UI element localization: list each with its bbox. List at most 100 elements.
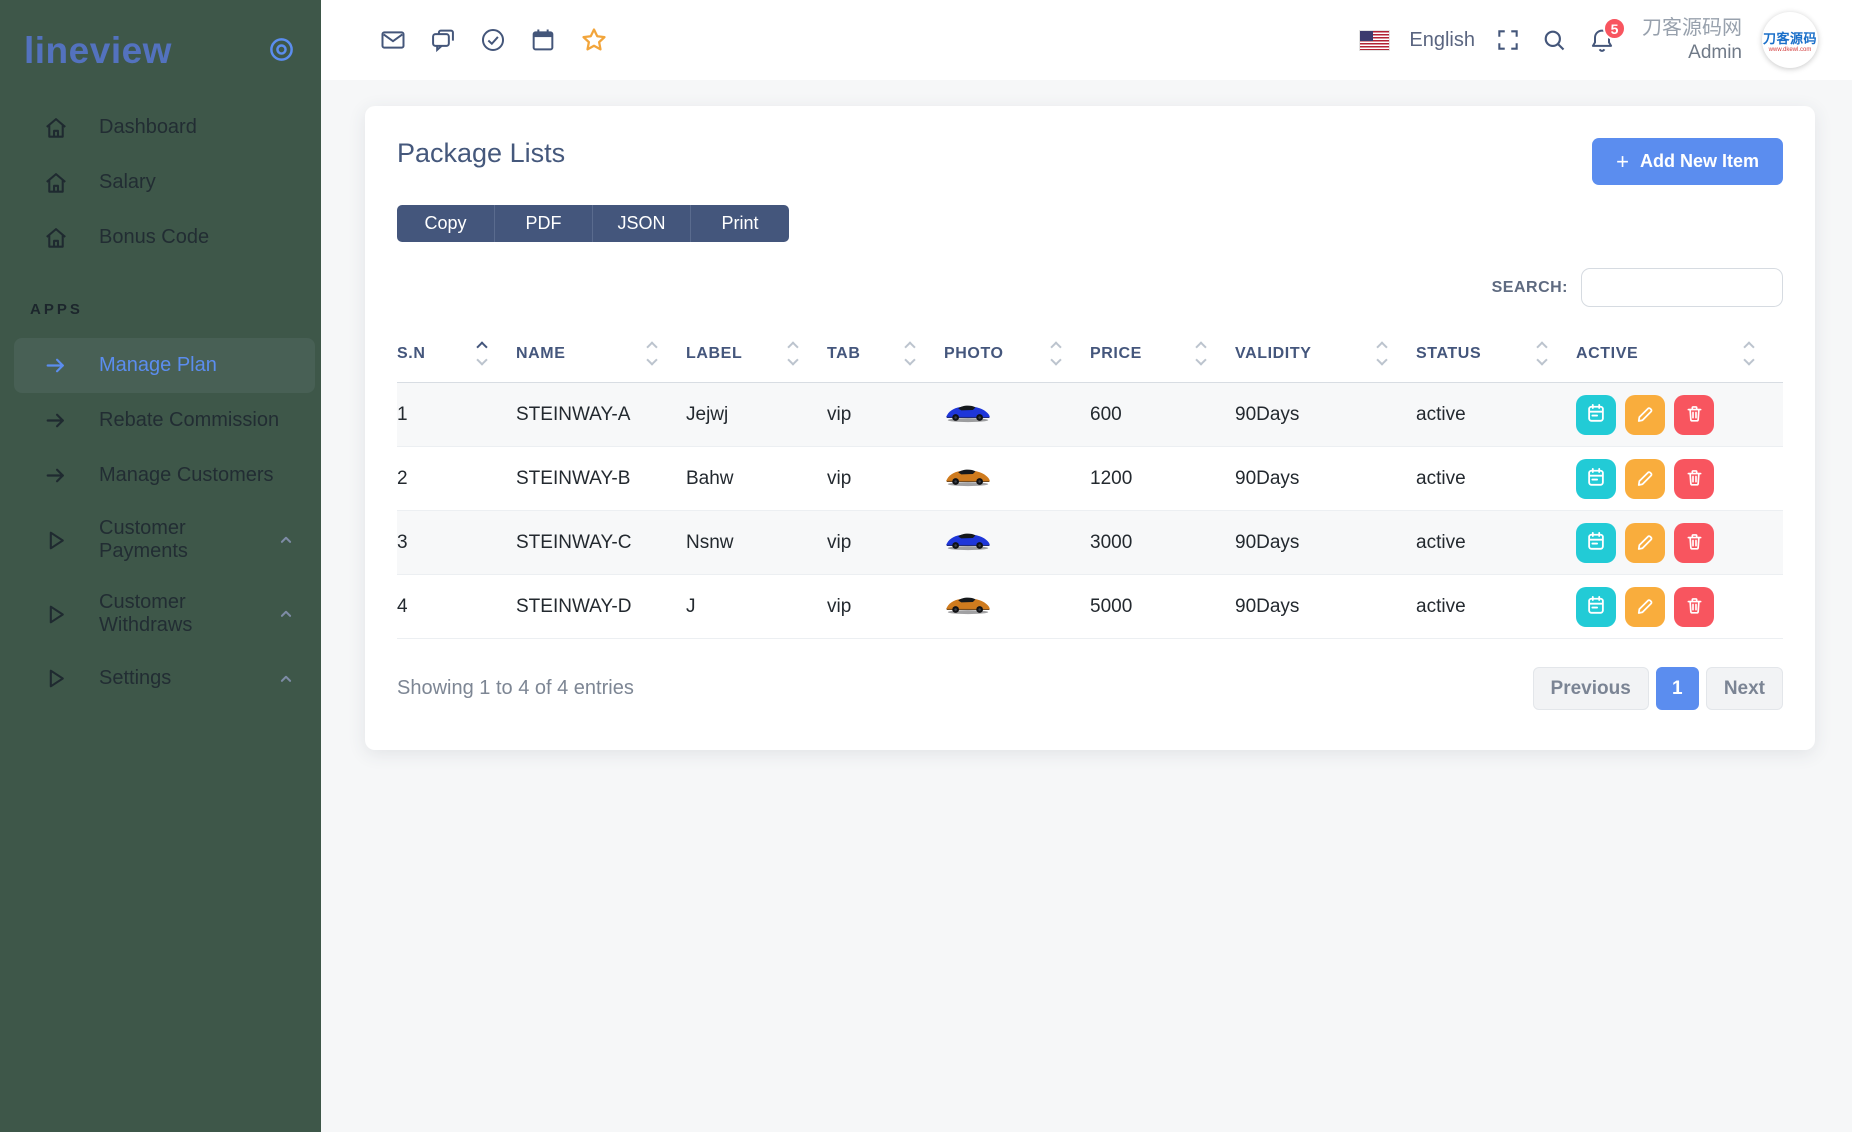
sidebar-item-label: Customer Withdraws — [99, 591, 277, 637]
print-export-button[interactable]: Print — [691, 205, 789, 242]
column-header-photo[interactable]: PHOTO — [944, 335, 1090, 383]
sidebar-item-dashboard[interactable]: Dashboard — [0, 100, 321, 155]
price-cell: 3000 — [1090, 511, 1235, 575]
pencil-icon — [1635, 531, 1656, 555]
arrow-icon — [42, 352, 69, 379]
user-info[interactable]: 刀客源码网 Admin — [1642, 15, 1742, 66]
detail-button[interactable] — [1576, 587, 1616, 627]
edit-button[interactable] — [1625, 523, 1665, 563]
sidebar-item-label: Dashboard — [99, 116, 301, 139]
star-icon[interactable] — [579, 25, 609, 55]
price-cell: 1200 — [1090, 447, 1235, 511]
topbar-quick-icons — [379, 25, 609, 55]
label-cell: Bahw — [686, 447, 827, 511]
column-header-label[interactable]: LABEL — [686, 335, 827, 383]
actions-cell — [1576, 447, 1783, 511]
language-selector[interactable]: English — [1409, 29, 1475, 52]
pdf-export-button[interactable]: PDF — [495, 205, 593, 242]
sidebar-item-label: Manage Customers — [99, 464, 301, 487]
add-new-item-label: Add New Item — [1640, 151, 1759, 172]
sidebar-item-label: Settings — [99, 667, 277, 690]
copy-export-button[interactable]: Copy — [397, 205, 495, 242]
avatar[interactable]: 刀客源码 www.dkewl.com — [1762, 12, 1818, 68]
chevron-up-icon — [277, 531, 295, 549]
us-flag-icon[interactable] — [1360, 31, 1389, 50]
column-header-price[interactable]: PRICE — [1090, 335, 1235, 383]
delete-button[interactable] — [1674, 459, 1714, 499]
table-row: 1STEINWAY-AJejwjvip60090Daysactive — [397, 383, 1783, 447]
column-header-name[interactable]: NAME — [516, 335, 686, 383]
search-input[interactable] — [1581, 268, 1783, 307]
delete-button[interactable] — [1674, 395, 1714, 435]
page-1-button[interactable]: 1 — [1656, 667, 1699, 710]
pencil-icon — [1635, 467, 1656, 491]
notifications-button[interactable]: 5 — [1588, 26, 1616, 54]
home-icon — [42, 114, 69, 141]
column-header-status[interactable]: STATUS — [1416, 335, 1576, 383]
check-circle-icon[interactable] — [479, 26, 507, 54]
edit-button[interactable] — [1625, 587, 1665, 627]
topbar-right: English 5 刀客源码网 Admin — [1360, 12, 1818, 68]
calendar-icon[interactable] — [529, 26, 557, 54]
detail-button[interactable] — [1576, 459, 1616, 499]
fullscreen-icon[interactable] — [1495, 27, 1521, 53]
json-export-button[interactable]: JSON — [593, 205, 691, 242]
edit-button[interactable] — [1625, 395, 1665, 435]
sidebar-item-settings[interactable]: Settings — [0, 651, 321, 706]
column-header-tab[interactable]: TAB — [827, 335, 944, 383]
validity-cell: 90Days — [1235, 511, 1416, 575]
sidebar-nav-apps: Manage PlanRebate Commission Manage Custo… — [0, 324, 321, 706]
sidebar-item-manage-customers[interactable]: Manage Customers — [0, 448, 321, 503]
sidebar-item-label: Salary — [99, 171, 301, 194]
sidebar-item-rebate-commission[interactable]: Rebate Commission — [0, 393, 321, 448]
sort-icon — [1745, 343, 1753, 364]
column-header-s-n[interactable]: S.N — [397, 335, 516, 383]
mail-icon[interactable] — [379, 26, 407, 54]
delete-button[interactable] — [1674, 587, 1714, 627]
column-label: STATUS — [1416, 345, 1481, 363]
sn-cell: 4 — [397, 575, 516, 639]
pencil-icon — [1635, 595, 1656, 619]
blue-car-image — [944, 535, 992, 556]
column-header-validity[interactable]: VALIDITY — [1235, 335, 1416, 383]
edit-button[interactable] — [1625, 459, 1665, 499]
orange-car-image — [944, 599, 992, 620]
sn-cell: 1 — [397, 383, 516, 447]
arrow-icon — [42, 462, 69, 489]
sidebar-nav-top: Dashboard Salary Bonus Code — [0, 86, 321, 265]
table-row: 3STEINWAY-CNsnwvip300090Daysactive — [397, 511, 1783, 575]
chat-icon[interactable] — [429, 26, 457, 54]
play-icon — [42, 665, 69, 692]
sidebar-item-manage-plan[interactable]: Manage Plan — [14, 338, 315, 393]
search-icon[interactable] — [1541, 27, 1568, 54]
sort-icon — [789, 343, 797, 364]
sidebar-item-bonus-code[interactable]: Bonus Code — [0, 210, 321, 265]
search-row: SEARCH: — [397, 268, 1783, 307]
delete-button[interactable] — [1674, 523, 1714, 563]
actions-cell — [1576, 511, 1783, 575]
name-cell: STEINWAY-A — [516, 383, 686, 447]
previous-page-button[interactable]: Previous — [1533, 667, 1649, 710]
sn-cell: 2 — [397, 447, 516, 511]
sidebar: lineview DashboardSalaryBonus Code APPS … — [0, 0, 321, 1132]
photo-cell — [944, 575, 1090, 639]
add-new-item-button[interactable]: + Add New Item — [1592, 138, 1783, 185]
sidebar-toggle-icon[interactable] — [268, 36, 295, 68]
detail-button[interactable] — [1576, 395, 1616, 435]
actions-cell — [1576, 383, 1783, 447]
app-root: lineview DashboardSalaryBonus Code APPS … — [0, 0, 1852, 1132]
tab-cell: vip — [827, 575, 944, 639]
detail-button[interactable] — [1576, 523, 1616, 563]
next-page-button[interactable]: Next — [1706, 667, 1783, 710]
sort-icon — [1197, 343, 1205, 364]
sidebar-item-customer-withdraws[interactable]: Customer Withdraws — [0, 577, 321, 651]
sidebar-item-salary[interactable]: Salary — [0, 155, 321, 210]
package-lists-card: Package Lists + Add New Item CopyPDFJSON… — [365, 106, 1815, 750]
sidebar-item-customer-payments[interactable]: Customer Payments — [0, 503, 321, 577]
column-header-active[interactable]: ACTIVE — [1576, 335, 1783, 383]
user-role: Admin — [1642, 41, 1742, 66]
table-row: 4STEINWAY-DJvip500090Daysactive — [397, 575, 1783, 639]
avatar-logo-subtext: www.dkewl.com — [1769, 47, 1812, 53]
photo-cell — [944, 383, 1090, 447]
content-area: Package Lists + Add New Item CopyPDFJSON… — [321, 80, 1852, 1132]
